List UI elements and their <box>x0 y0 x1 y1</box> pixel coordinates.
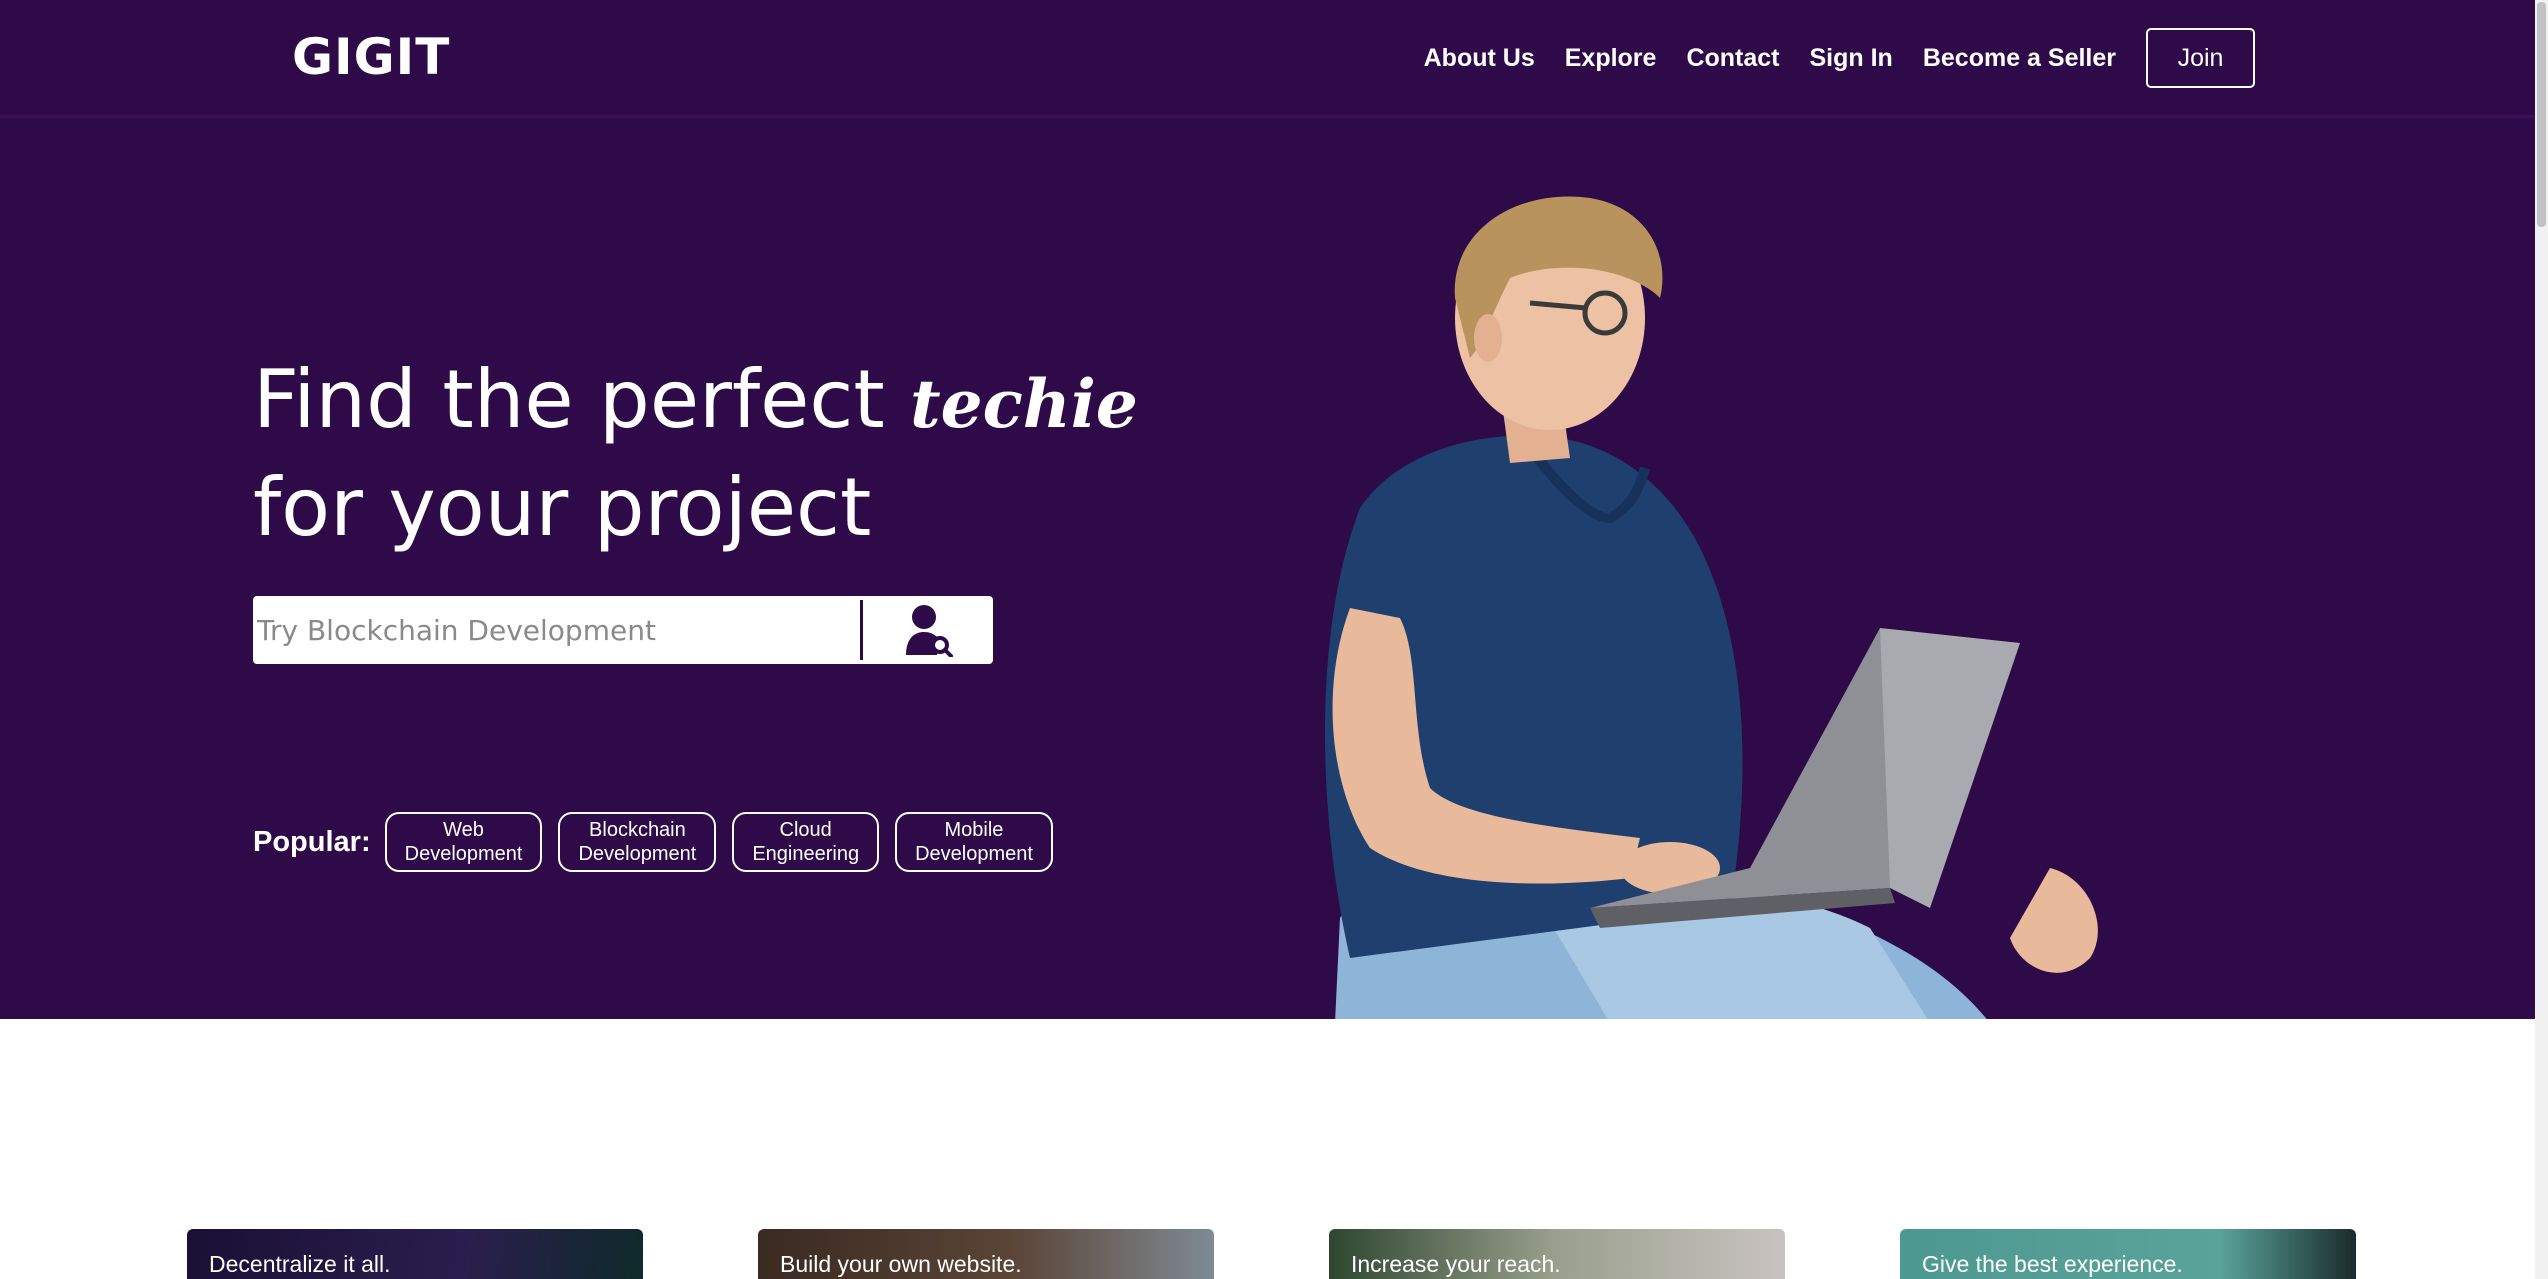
card-label: Give the best experience. <box>1922 1251 2183 1277</box>
tag-blockchain-development[interactable]: Blockchain Development <box>558 812 717 872</box>
popular-label: Popular: <box>253 825 371 858</box>
tag-mobile-development[interactable]: Mobile Development <box>895 812 1053 872</box>
headline-script-word: techie <box>910 365 1138 443</box>
search-button[interactable] <box>865 596 993 664</box>
search-bar <box>253 596 993 664</box>
search-input[interactable] <box>257 606 857 654</box>
nav-contact[interactable]: Contact <box>1686 29 1779 87</box>
hero-headline: Find the perfect techie for your project <box>253 348 1138 560</box>
headline-line-2: for your project <box>253 461 872 554</box>
page-scrollbar[interactable] <box>2535 0 2548 1279</box>
join-button[interactable]: Join <box>2146 28 2255 88</box>
nav-sign-in[interactable]: Sign In <box>1810 29 1893 87</box>
card-label: Build your own website. <box>780 1251 1022 1277</box>
nav-links: About Us Explore Contact Sign In Become … <box>1394 28 2255 88</box>
nav-explore[interactable]: Explore <box>1565 29 1657 87</box>
card-build-website[interactable]: Build your own website. <box>758 1229 1214 1279</box>
nav-become-seller[interactable]: Become a Seller <box>1923 29 2116 87</box>
headline-line-1: Find the perfect <box>253 353 885 446</box>
popular-tags: Popular: Web Development Blockchain Deve… <box>253 812 1069 872</box>
category-cards: Decentralize it all. Build your own webs… <box>0 1229 2535 1279</box>
search-divider <box>860 600 863 660</box>
top-navbar: GIGIT About Us Explore Contact Sign In B… <box>0 0 2535 118</box>
hero-section: Find the perfect techie for your project… <box>0 118 2535 1019</box>
card-label: Decentralize it all. <box>209 1251 391 1277</box>
card-increase-reach[interactable]: Increase your reach. <box>1329 1229 1785 1279</box>
card-best-experience[interactable]: Give the best experience. <box>1900 1229 2356 1279</box>
user-search-icon <box>906 605 953 657</box>
card-label: Increase your reach. <box>1351 1251 1561 1277</box>
card-decentralize[interactable]: Decentralize it all. <box>187 1229 643 1279</box>
hero-person-image <box>1325 196 2098 1019</box>
tag-web-development[interactable]: Web Development <box>384 812 543 872</box>
gigit-logo[interactable]: GIGIT <box>292 28 450 86</box>
tag-cloud-engineering[interactable]: Cloud Engineering <box>732 812 880 872</box>
scrollbar-thumb[interactable] <box>2537 2 2546 227</box>
nav-about-us[interactable]: About Us <box>1424 29 1535 87</box>
